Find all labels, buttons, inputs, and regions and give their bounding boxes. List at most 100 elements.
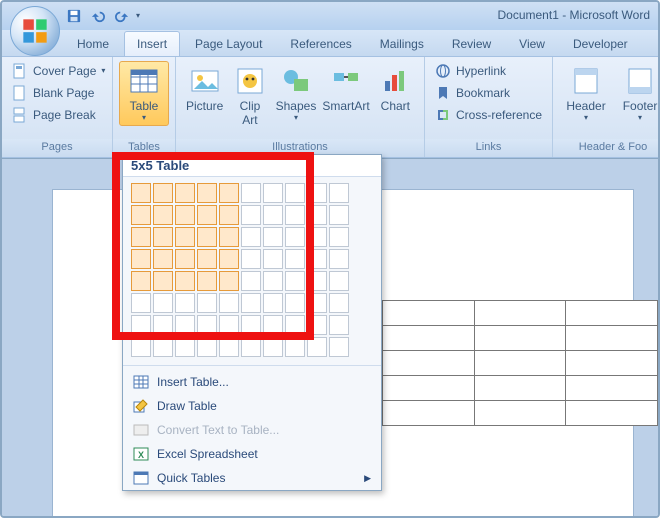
draw-table-menu-item[interactable]: Draw Table [123, 394, 381, 418]
insert-table-menu-item[interactable]: Insert Table... [123, 370, 381, 394]
size-cell[interactable] [263, 271, 283, 291]
tab-home[interactable]: Home [64, 31, 122, 56]
size-cell[interactable] [263, 227, 283, 247]
size-cell[interactable] [329, 271, 349, 291]
size-cell[interactable] [241, 205, 261, 225]
size-cell[interactable] [153, 249, 173, 269]
page-break-button[interactable]: Page Break [8, 105, 109, 125]
size-cell[interactable] [241, 183, 261, 203]
size-cell[interactable] [285, 205, 305, 225]
size-cell[interactable] [263, 249, 283, 269]
size-cell[interactable] [285, 271, 305, 291]
size-cell[interactable] [241, 227, 261, 247]
size-cell[interactable] [329, 205, 349, 225]
size-cell[interactable] [285, 293, 305, 313]
cross-reference-button[interactable]: Cross-reference [431, 105, 546, 125]
size-cell[interactable] [131, 271, 151, 291]
tab-developer[interactable]: Developer [560, 31, 641, 56]
size-cell[interactable] [263, 337, 283, 357]
size-cell[interactable] [307, 271, 327, 291]
size-cell[interactable] [131, 183, 151, 203]
redo-button[interactable] [112, 6, 132, 26]
size-cell[interactable] [307, 205, 327, 225]
size-cell[interactable] [131, 205, 151, 225]
size-cell[interactable] [153, 315, 173, 335]
size-cell[interactable] [219, 227, 239, 247]
size-cell[interactable] [263, 205, 283, 225]
header-button[interactable]: Header▾ [559, 61, 613, 126]
size-cell[interactable] [131, 293, 151, 313]
size-cell[interactable] [219, 271, 239, 291]
size-cell[interactable] [241, 293, 261, 313]
size-cell[interactable] [197, 183, 217, 203]
size-cell[interactable] [241, 337, 261, 357]
table-button[interactable]: Table ▾ [119, 61, 169, 126]
size-cell[interactable] [197, 205, 217, 225]
save-button[interactable] [64, 6, 84, 26]
size-cell[interactable] [175, 271, 195, 291]
size-cell[interactable] [131, 227, 151, 247]
size-cell[interactable] [219, 315, 239, 335]
size-cell[interactable] [329, 293, 349, 313]
size-cell[interactable] [175, 337, 195, 357]
size-cell[interactable] [307, 183, 327, 203]
size-cell[interactable] [153, 205, 173, 225]
bookmark-button[interactable]: Bookmark [431, 83, 546, 103]
size-cell[interactable] [197, 293, 217, 313]
size-cell[interactable] [197, 315, 217, 335]
size-cell[interactable] [329, 249, 349, 269]
size-cell[interactable] [219, 337, 239, 357]
tab-mailings[interactable]: Mailings [367, 31, 437, 56]
size-cell[interactable] [307, 337, 327, 357]
size-cell[interactable] [153, 271, 173, 291]
size-cell[interactable] [329, 337, 349, 357]
size-cell[interactable] [263, 183, 283, 203]
size-cell[interactable] [285, 227, 305, 247]
hyperlink-button[interactable]: Hyperlink [431, 61, 546, 81]
tab-review[interactable]: Review [439, 31, 504, 56]
size-cell[interactable] [285, 249, 305, 269]
size-cell[interactable] [197, 227, 217, 247]
size-cell[interactable] [285, 183, 305, 203]
tab-insert[interactable]: Insert [124, 31, 180, 56]
size-cell[interactable] [197, 249, 217, 269]
office-button[interactable] [10, 6, 60, 56]
chart-button[interactable]: Chart [373, 61, 418, 117]
size-cell[interactable] [329, 183, 349, 203]
size-cell[interactable] [175, 315, 195, 335]
size-cell[interactable] [241, 315, 261, 335]
size-cell[interactable] [153, 337, 173, 357]
size-cell[interactable] [175, 293, 195, 313]
size-cell[interactable] [131, 249, 151, 269]
qat-more-icon[interactable]: ▾ [136, 11, 140, 20]
blank-page-button[interactable]: Blank Page [8, 83, 109, 103]
size-cell[interactable] [131, 337, 151, 357]
size-cell[interactable] [197, 271, 217, 291]
size-cell[interactable] [131, 315, 151, 335]
size-cell[interactable] [153, 227, 173, 247]
size-cell[interactable] [153, 293, 173, 313]
size-cell[interactable] [329, 227, 349, 247]
smartart-button[interactable]: SmartArt [319, 61, 372, 117]
tab-page-layout[interactable]: Page Layout [182, 31, 275, 56]
cover-page-button[interactable]: Cover Page▾ [8, 61, 109, 81]
shapes-button[interactable]: Shapes▾ [273, 61, 320, 126]
size-cell[interactable] [307, 227, 327, 247]
size-cell[interactable] [175, 249, 195, 269]
size-cell[interactable] [241, 249, 261, 269]
size-cell[interactable] [329, 315, 349, 335]
size-cell[interactable] [285, 337, 305, 357]
table-size-picker[interactable] [123, 177, 381, 361]
undo-button[interactable] [88, 6, 108, 26]
size-cell[interactable] [285, 315, 305, 335]
size-cell[interactable] [307, 293, 327, 313]
size-cell[interactable] [307, 315, 327, 335]
size-cell[interactable] [219, 183, 239, 203]
size-cell[interactable] [263, 315, 283, 335]
size-cell[interactable] [241, 271, 261, 291]
tab-references[interactable]: References [277, 31, 364, 56]
size-cell[interactable] [219, 205, 239, 225]
size-cell[interactable] [175, 183, 195, 203]
size-cell[interactable] [175, 205, 195, 225]
excel-spreadsheet-menu-item[interactable]: X Excel Spreadsheet [123, 442, 381, 466]
